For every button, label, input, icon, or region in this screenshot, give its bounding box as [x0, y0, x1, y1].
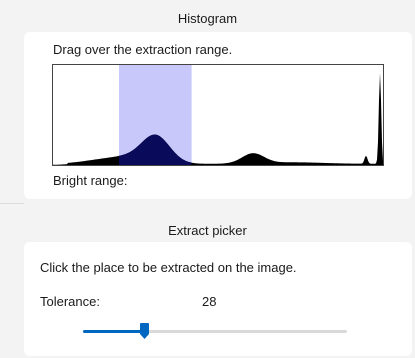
extract-picker-instruction: Click the place to be extracted on the i…: [40, 260, 297, 275]
extract-picker-panel: Click the place to be extracted on the i…: [24, 242, 412, 356]
histogram-panel: Drag over the extraction range. Bright r…: [24, 32, 412, 199]
histogram-instruction: Drag over the extraction range.: [53, 42, 233, 57]
tolerance-slider-fill: [83, 330, 144, 333]
bright-range-label: Bright range:: [53, 173, 128, 188]
section-divider: [0, 203, 24, 204]
histogram-curve: [53, 72, 383, 165]
extract-picker-section-title: Extract picker: [168, 223, 247, 238]
tolerance-label: Tolerance:: [40, 294, 100, 309]
tolerance-slider-track[interactable]: [83, 330, 347, 333]
tolerance-value: 28: [202, 294, 217, 309]
histogram-graph[interactable]: [53, 65, 383, 165]
histogram-section-title: Histogram: [177, 11, 238, 26]
tolerance-slider-thumb[interactable]: [139, 323, 149, 339]
histogram-canvas[interactable]: [52, 64, 384, 166]
